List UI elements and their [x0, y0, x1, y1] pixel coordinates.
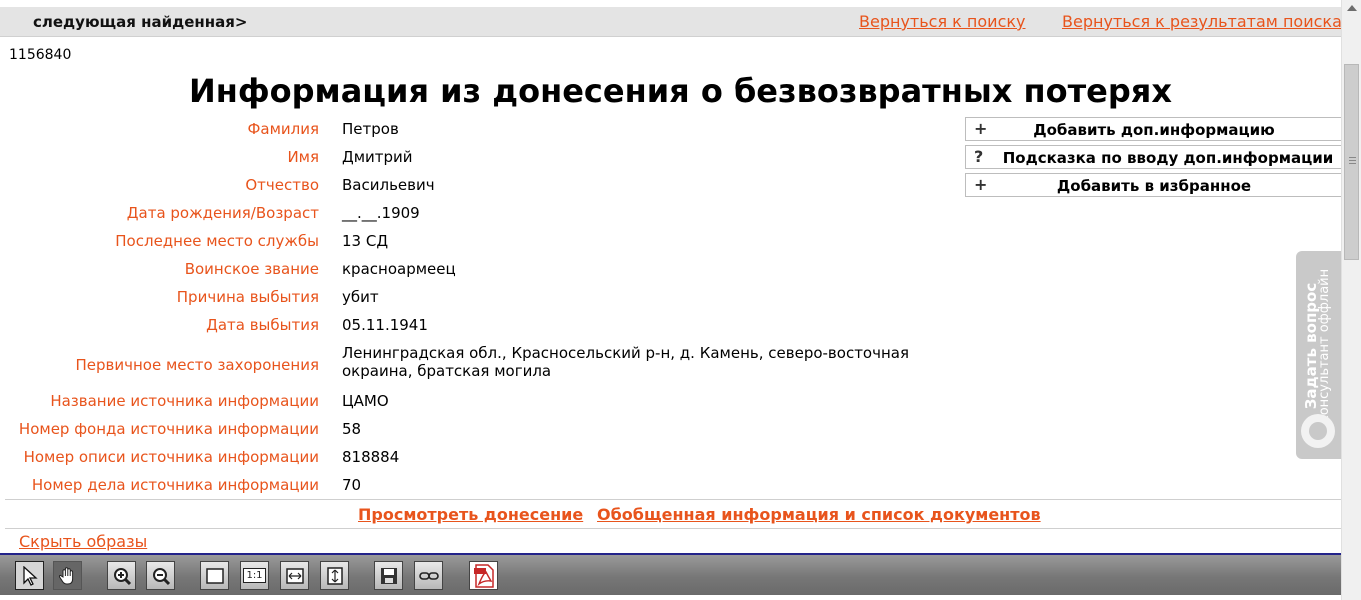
- record-id: 1156840: [9, 47, 72, 63]
- divider: [5, 528, 1341, 529]
- add-to-favorites-button[interactable]: + Добавить в избранное: [965, 173, 1341, 197]
- field-value: __.__.1909: [342, 204, 420, 222]
- field-value: Дмитрий: [342, 148, 413, 166]
- field-label: Отчество: [245, 176, 319, 194]
- consultant-widget[interactable]: Задать вопрос консультант оффлайн: [1296, 251, 1341, 459]
- info-row-surname: Фамилия Петров: [0, 115, 950, 143]
- back-to-search-link[interactable]: Вернуться к поиску: [859, 12, 1026, 31]
- info-row-source-name: Название источника информации ЦАМО: [0, 387, 950, 415]
- button-label: Подсказка по вводу доп.информации: [1002, 149, 1334, 167]
- consultant-logo-icon: [1301, 414, 1335, 448]
- summary-documents-link[interactable]: Обобщенная информация и список документо…: [597, 505, 1041, 524]
- field-value: убит: [342, 288, 379, 306]
- page-title: Информация из донесения о безвозвратных …: [189, 72, 1172, 110]
- image-viewer-toolbar: 1:1: [0, 555, 1341, 595]
- actual-size-label: 1:1: [243, 568, 266, 583]
- info-row-inventory-number: Номер описи источника информации 818884: [0, 443, 950, 471]
- info-row-birth-date: Дата рождения/Возраст __.__.1909: [0, 199, 950, 227]
- actual-size-icon[interactable]: 1:1: [240, 561, 269, 590]
- field-label: Последнее место службы: [115, 232, 319, 250]
- back-to-results-link[interactable]: Вернуться к результатам поиска: [1062, 12, 1342, 31]
- field-label: Фамилия: [247, 120, 319, 138]
- fit-width-icon[interactable]: [280, 561, 309, 590]
- field-label: Номер описи источника информации: [23, 448, 319, 466]
- grip-line: [1349, 163, 1356, 164]
- pdf-icon[interactable]: [469, 561, 498, 590]
- scroll-up-arrow-icon[interactable]: [1347, 5, 1357, 11]
- field-value: 818884: [342, 448, 400, 466]
- zoom-in-icon[interactable]: [107, 561, 136, 590]
- info-row-rank: Воинское звание красноармеец: [0, 255, 950, 283]
- field-label: Название источника информации: [50, 392, 319, 410]
- field-value: 13 СД: [342, 232, 389, 250]
- field-value: Ленинградская обл., Красносельский р-н, …: [342, 344, 909, 380]
- field-value: 58: [342, 420, 362, 438]
- field-label: Воинское звание: [184, 260, 319, 278]
- grip-line: [1349, 157, 1356, 158]
- field-value: Васильевич: [342, 176, 435, 194]
- info-row-last-service: Последнее место службы 13 СД: [0, 227, 950, 255]
- field-label: Первичное место захоронения: [75, 356, 319, 374]
- consultant-text: Задать вопрос консультант оффлайн: [1302, 261, 1332, 431]
- hide-images-link[interactable]: Скрыть образы: [19, 532, 147, 551]
- zoom-out-icon[interactable]: [146, 561, 175, 590]
- divider: [5, 499, 1341, 500]
- fit-page-icon[interactable]: [200, 561, 229, 590]
- button-label: Добавить в избранное: [1056, 177, 1252, 195]
- scrollbar-thumb[interactable]: [1344, 64, 1359, 260]
- field-label: Дата выбытия: [206, 316, 319, 334]
- info-row-fund-number: Номер фонда источника информации 58: [0, 415, 950, 443]
- field-value: Петров: [342, 120, 399, 138]
- select-pointer-icon[interactable]: [15, 561, 44, 590]
- top-navigation-bar: следующая найденная> Вернуться к поиску …: [0, 7, 1342, 37]
- field-value: 05.11.1941: [342, 316, 428, 334]
- view-report-link[interactable]: Просмотреть донесение: [358, 505, 583, 524]
- ask-question-label: Задать вопрос: [1302, 282, 1320, 410]
- field-value: ЦАМО: [342, 392, 389, 410]
- info-row-patronymic: Отчество Васильевич: [0, 171, 950, 199]
- field-value: 70: [342, 476, 362, 494]
- vertical-scrollbar[interactable]: [1341, 0, 1361, 600]
- info-row-name: Имя Дмитрий: [0, 143, 950, 171]
- field-value: красноармеец: [342, 260, 456, 278]
- field-label: Номер фонда источника информации: [18, 420, 319, 438]
- field-label: Причина выбытия: [176, 288, 319, 306]
- grip-line: [1349, 160, 1356, 161]
- field-label: Номер дела источника информации: [31, 476, 319, 494]
- next-found-link[interactable]: следующая найденная>: [33, 13, 247, 31]
- field-label: Дата рождения/Возраст: [126, 204, 319, 222]
- pan-hand-icon[interactable]: [53, 561, 82, 590]
- button-label: Добавить доп.информацию: [1033, 121, 1275, 139]
- info-row-reason: Причина выбытия убит: [0, 283, 950, 311]
- info-row-burial-place: Первичное место захоронения Ленинградска…: [0, 341, 950, 389]
- info-help-button[interactable]: ? Подсказка по вводу доп.информации: [965, 145, 1341, 169]
- info-row-file-number: Номер дела источника информации 70: [0, 471, 950, 499]
- add-info-button[interactable]: + Добавить доп.информацию: [965, 117, 1341, 141]
- consultant-status: консультант оффлайн: [1317, 268, 1332, 424]
- fit-height-icon[interactable]: [320, 561, 349, 590]
- info-row-loss-date: Дата выбытия 05.11.1941: [0, 311, 950, 339]
- save-icon[interactable]: [374, 561, 403, 590]
- link-icon[interactable]: [414, 561, 443, 590]
- field-label: Имя: [287, 148, 319, 166]
